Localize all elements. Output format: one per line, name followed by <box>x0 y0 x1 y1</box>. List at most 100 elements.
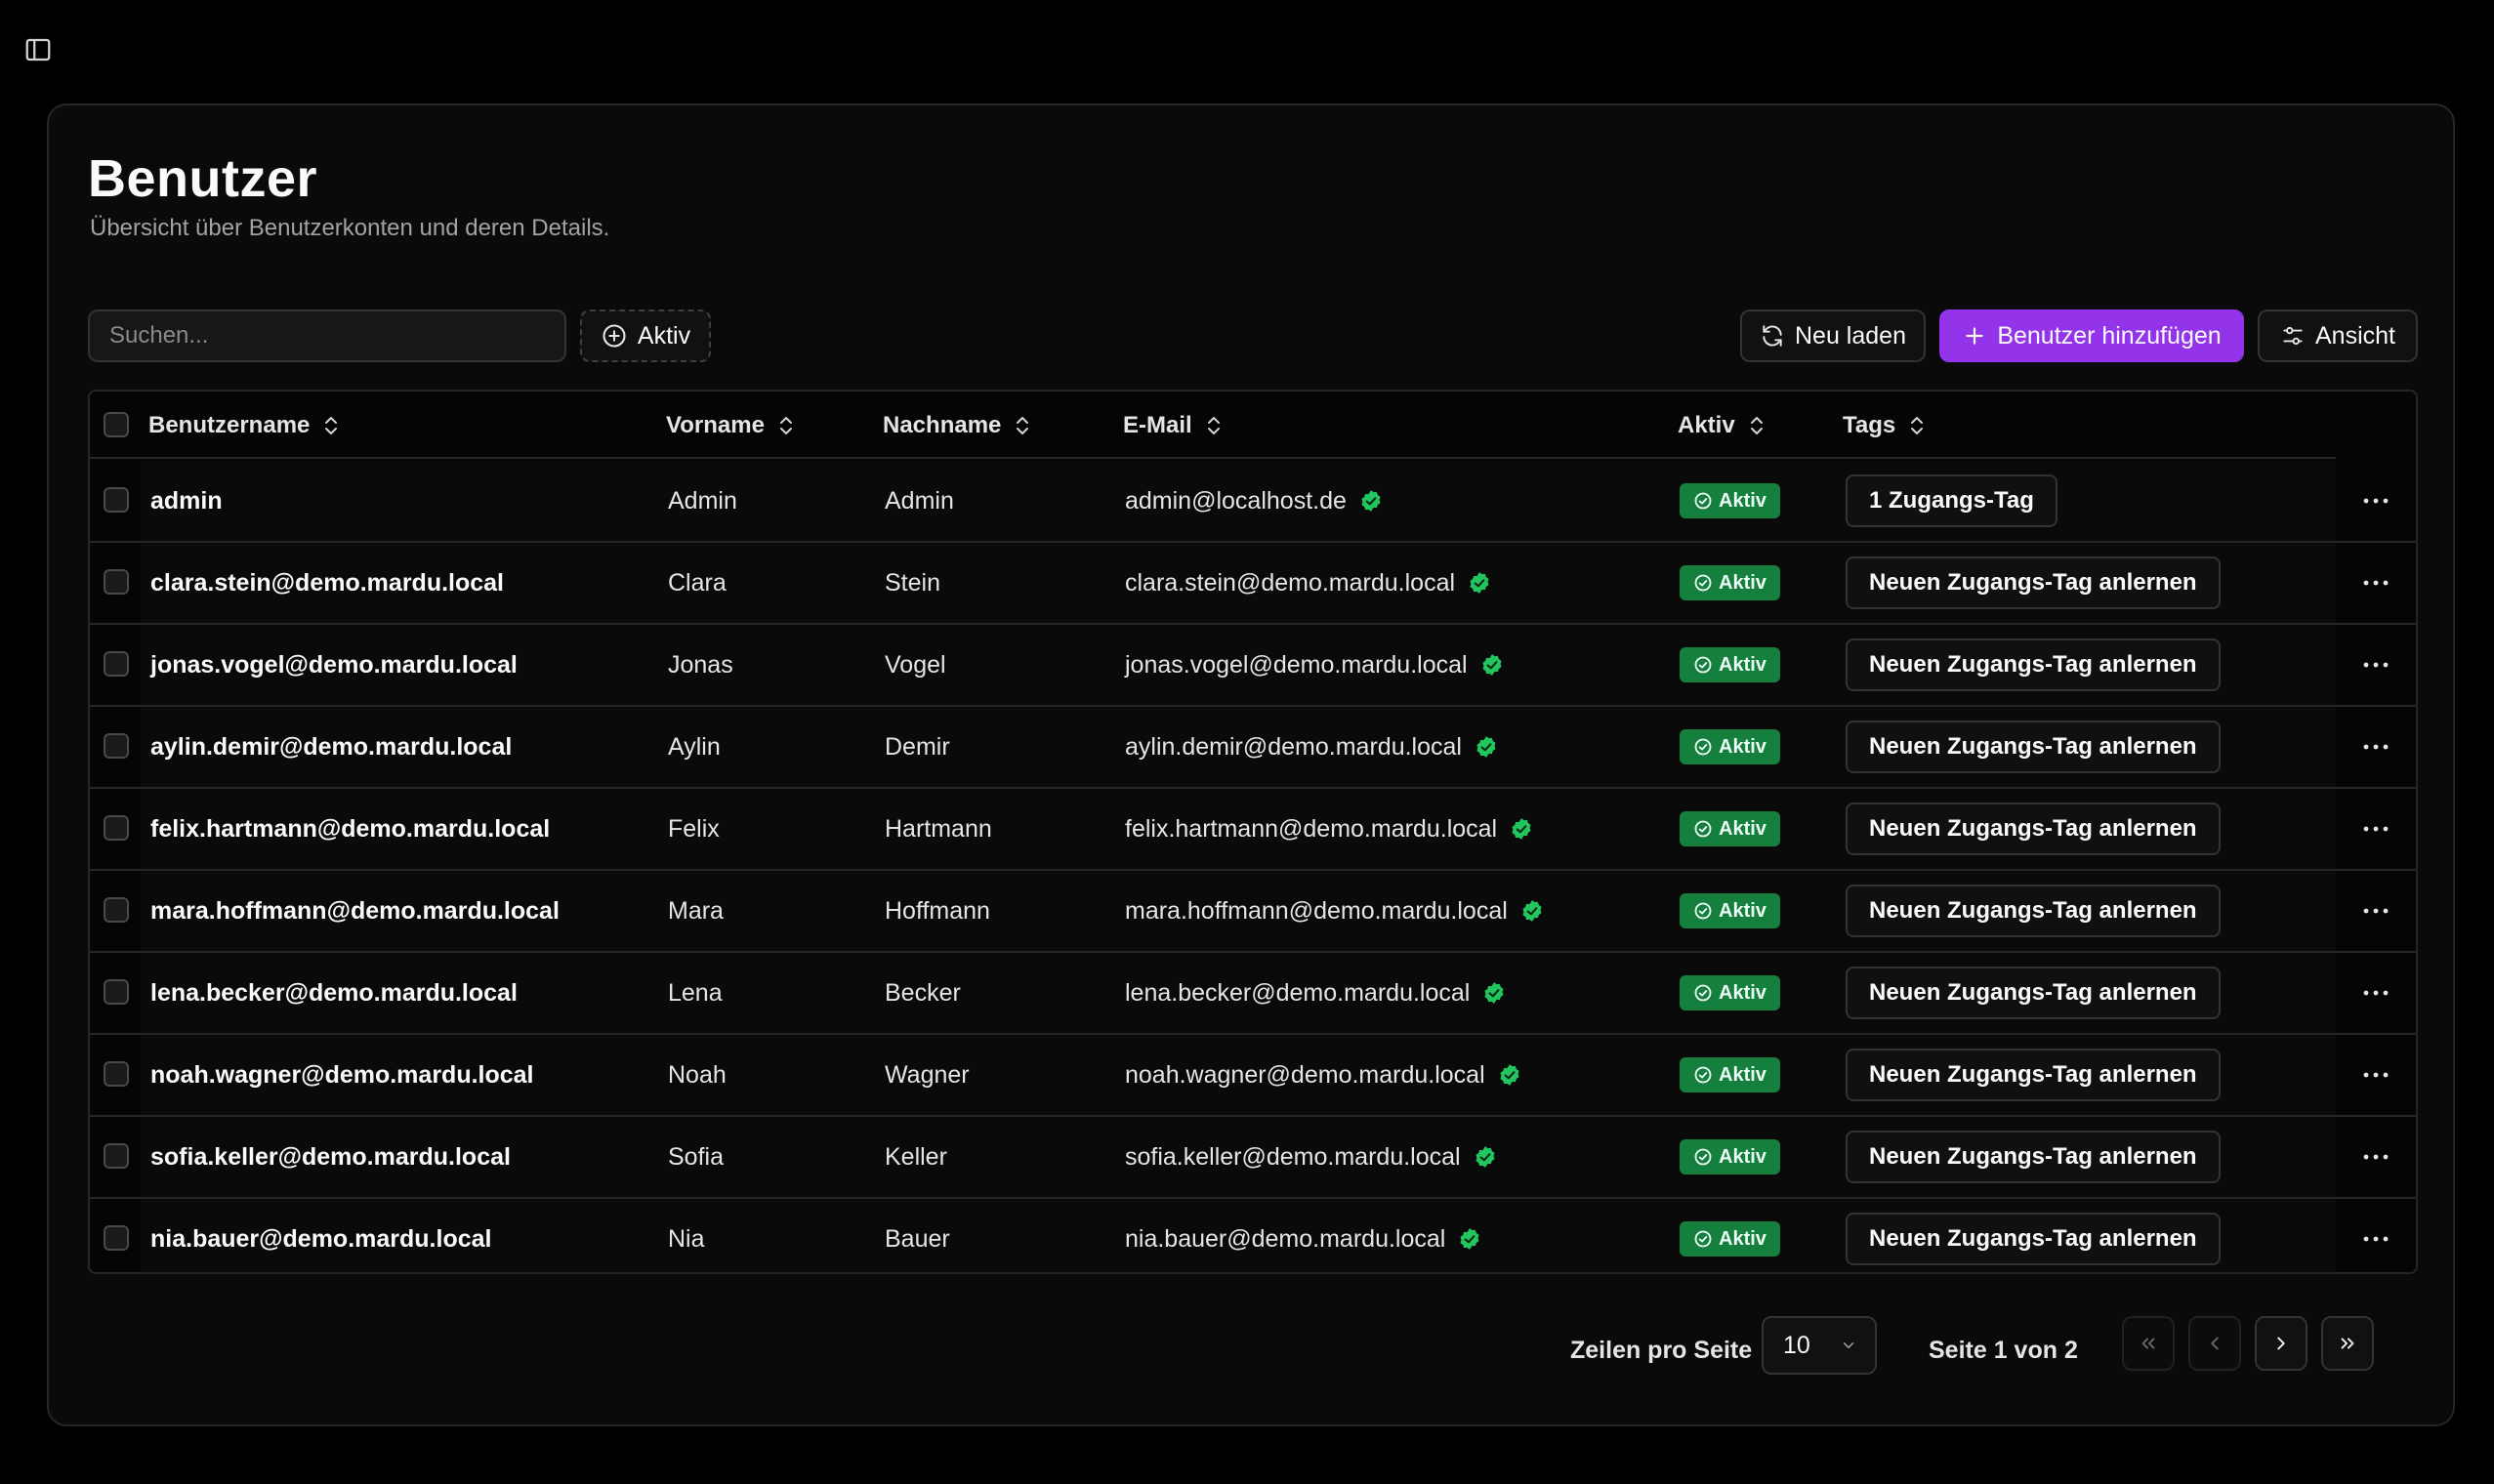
row-checkbox[interactable] <box>104 651 129 677</box>
row-checkbox[interactable] <box>104 815 129 841</box>
row-actions-button[interactable] <box>2336 789 2416 869</box>
tag-button[interactable]: Neuen Zugangs-Tag anlernen <box>1846 885 2221 937</box>
status-badge: Aktiv <box>1680 1221 1780 1257</box>
cell-email: lena.becker@demo.mardu.local <box>1125 953 1507 1033</box>
tag-button[interactable]: Neuen Zugangs-Tag anlernen <box>1846 1131 2221 1183</box>
cell-email: noah.wagner@demo.mardu.local <box>1125 1035 1522 1115</box>
check-circle-icon <box>1694 902 1712 920</box>
tag-button[interactable]: 1 Zugangs-Tag <box>1846 474 2058 527</box>
table-row[interactable]: clara.stein@demo.mardu.local Clara Stein cl… <box>90 543 2416 625</box>
reload-button[interactable]: Neu laden <box>1740 309 1926 362</box>
sidebar-toggle-button[interactable] <box>23 35 53 64</box>
cell-email: jonas.vogel@demo.mardu.local <box>1125 625 1505 705</box>
cell-username: lena.becker@demo.mardu.local <box>150 978 518 1007</box>
column-header-firstname[interactable]: Vorname <box>666 392 796 459</box>
rows-per-page-label: Zeilen pro Seite <box>1570 1336 1753 1364</box>
status-badge: Aktiv <box>1680 483 1780 518</box>
row-actions-button[interactable] <box>2336 543 2416 623</box>
search-input[interactable] <box>88 309 566 362</box>
cell-firstname: Nia <box>668 1224 705 1253</box>
cell-firstname: Admin <box>668 486 737 515</box>
row-checkbox[interactable] <box>104 733 129 759</box>
cell-email: admin@localhost.de <box>1125 461 1384 541</box>
sort-icon <box>325 416 338 434</box>
tag-button[interactable]: Neuen Zugangs-Tag anlernen <box>1846 1213 2221 1265</box>
tag-button[interactable]: Neuen Zugangs-Tag anlernen <box>1846 556 2221 609</box>
row-actions-button[interactable] <box>2336 625 2416 705</box>
page-info: Seite 1 von 2 <box>1929 1336 2078 1364</box>
column-header-email[interactable]: E-Mail <box>1123 392 1224 459</box>
column-header-username[interactable]: Benutzername <box>148 392 341 459</box>
row-checkbox[interactable] <box>104 1143 129 1169</box>
tag-button[interactable]: Neuen Zugangs-Tag anlernen <box>1846 639 2221 691</box>
cell-lastname: Bauer <box>885 1224 950 1253</box>
row-checkbox[interactable] <box>104 1061 129 1087</box>
row-actions-button[interactable] <box>2336 953 2416 1033</box>
cell-firstname: Clara <box>668 568 727 597</box>
more-horizontal-icon <box>2363 580 2389 586</box>
add-user-button[interactable]: Benutzer hinzufügen <box>1939 309 2244 362</box>
tag-button[interactable]: Neuen Zugangs-Tag anlernen <box>1846 803 2221 855</box>
row-checkbox[interactable] <box>104 569 129 595</box>
status-badge: Aktiv <box>1680 565 1780 600</box>
tag-button[interactable]: Neuen Zugangs-Tag anlernen <box>1846 721 2221 773</box>
column-header-tags[interactable]: Tags <box>1843 392 1927 459</box>
column-header-lastname[interactable]: Nachname <box>883 392 1032 459</box>
status-badge: Aktiv <box>1680 1057 1780 1092</box>
row-actions-button[interactable] <box>2336 707 2416 787</box>
cell-email: aylin.demir@demo.mardu.local <box>1125 707 1499 787</box>
row-checkbox[interactable] <box>104 979 129 1005</box>
table-row[interactable]: felix.hartmann@demo.mardu.local Felix Hart… <box>90 789 2416 871</box>
page-title: Benutzer <box>88 149 318 208</box>
cell-lastname: Hartmann <box>885 814 992 843</box>
table-row[interactable]: nia.bauer@demo.mardu.local Nia Bauer nia.ba… <box>90 1199 2416 1272</box>
row-actions-button[interactable] <box>2336 1117 2416 1197</box>
row-actions-button[interactable] <box>2336 461 2416 541</box>
table-row[interactable]: admin Admin Admin admin@localhost.de Aktiv 1 … <box>90 461 2416 543</box>
table-row[interactable]: aylin.demir@demo.mardu.local Aylin Demir ay… <box>90 707 2416 789</box>
cell-active: Aktiv <box>1680 871 1780 951</box>
cell-username: admin <box>150 486 223 515</box>
more-horizontal-icon <box>2363 826 2389 832</box>
table-row[interactable]: sofia.keller@demo.mardu.local Sofia Keller… <box>90 1117 2416 1199</box>
page-subtitle: Übersicht über Benutzerkonten und deren … <box>90 215 610 241</box>
cell-username: clara.stein@demo.mardu.local <box>150 568 504 597</box>
select-all-checkbox[interactable] <box>104 412 129 437</box>
row-checkbox[interactable] <box>104 897 129 923</box>
tag-button[interactable]: Neuen Zugangs-Tag anlernen <box>1846 967 2221 1019</box>
verified-icon <box>1484 982 1504 1004</box>
next-page-button[interactable] <box>2255 1316 2307 1371</box>
row-actions-button[interactable] <box>2336 1035 2416 1115</box>
cell-active: Aktiv <box>1680 953 1780 1033</box>
check-circle-icon <box>1694 820 1712 838</box>
more-horizontal-icon <box>2363 1236 2389 1242</box>
status-badge: Aktiv <box>1680 975 1780 1010</box>
row-actions-button[interactable] <box>2336 1199 2416 1272</box>
cell-tags: Neuen Zugangs-Tag anlernen <box>1846 625 2221 705</box>
last-page-button[interactable] <box>2321 1316 2374 1371</box>
previous-page-button[interactable] <box>2188 1316 2241 1371</box>
cell-username: jonas.vogel@demo.mardu.local <box>150 650 518 679</box>
table-row[interactable]: jonas.vogel@demo.mardu.local Jonas Vogel jo… <box>90 625 2416 707</box>
active-filter-button[interactable]: Aktiv <box>580 309 711 362</box>
table-row[interactable]: noah.wagner@demo.mardu.local Noah Wagner no… <box>90 1035 2416 1117</box>
cell-active: Aktiv <box>1680 1117 1780 1197</box>
row-content: felix.hartmann@demo.mardu.local Felix Hart… <box>141 789 2336 869</box>
column-header-active[interactable]: Aktiv <box>1678 392 1767 459</box>
view-options-label: Ansicht <box>2315 321 2395 350</box>
table-row[interactable]: mara.hoffmann@demo.mardu.local Mara Hoffma… <box>90 871 2416 953</box>
rows-per-page-select[interactable]: 10 <box>1762 1316 1877 1375</box>
verified-icon <box>1470 572 1489 594</box>
check-circle-icon <box>1694 1066 1712 1084</box>
cell-username: noah.wagner@demo.mardu.local <box>150 1060 534 1089</box>
row-content: lena.becker@demo.mardu.local Lena Becker le… <box>141 953 2336 1033</box>
tag-button[interactable]: Neuen Zugangs-Tag anlernen <box>1846 1049 2221 1101</box>
table-row[interactable]: lena.becker@demo.mardu.local Lena Becker le… <box>90 953 2416 1035</box>
view-options-button[interactable]: Ansicht <box>2258 309 2418 362</box>
rows-per-page-value: 10 <box>1783 1331 1810 1359</box>
row-content: clara.stein@demo.mardu.local Clara Stein cl… <box>141 543 2336 623</box>
first-page-button[interactable] <box>2122 1316 2175 1371</box>
row-actions-button[interactable] <box>2336 871 2416 951</box>
row-checkbox[interactable] <box>104 487 129 513</box>
row-checkbox[interactable] <box>104 1225 129 1251</box>
